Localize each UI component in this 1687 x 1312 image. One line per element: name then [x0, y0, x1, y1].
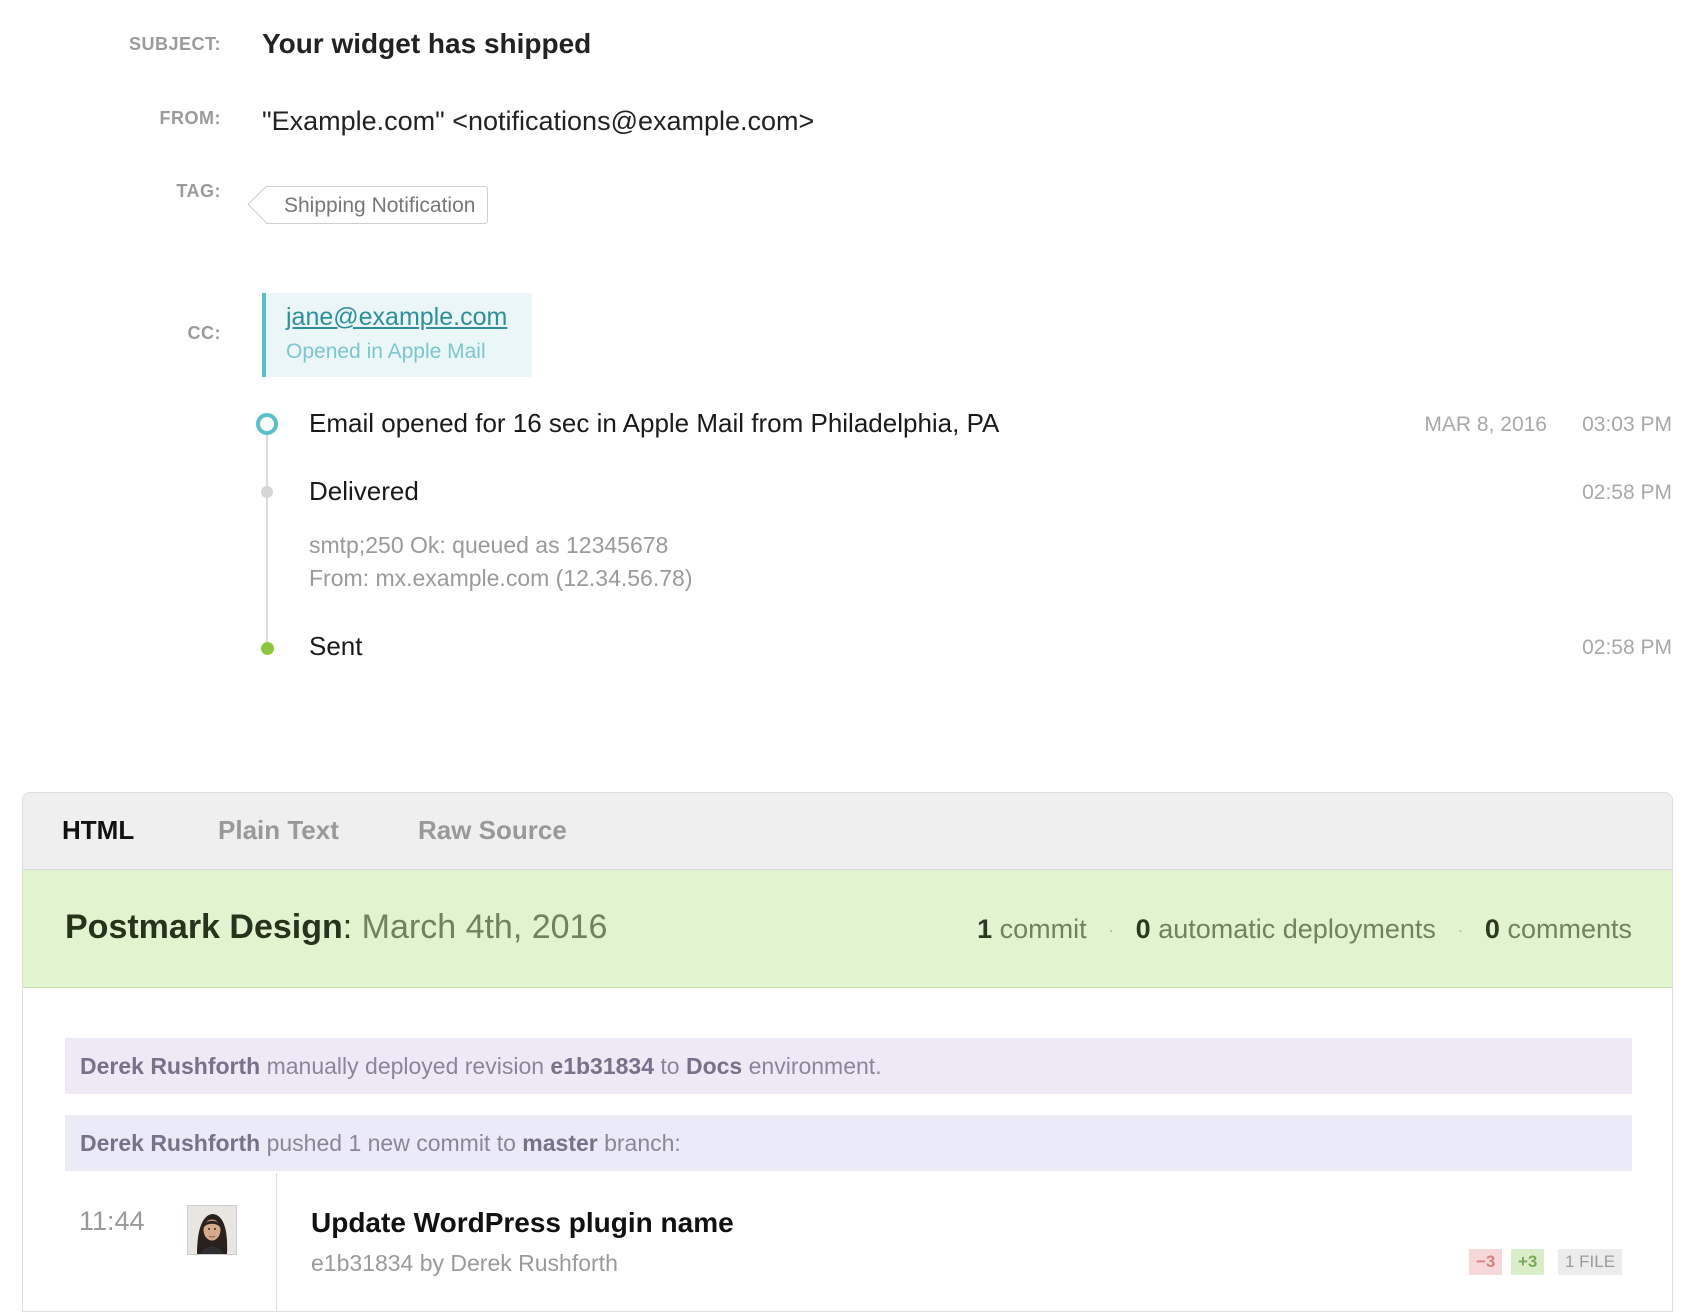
event-delivered-detail: From: mx.example.com (12.34.56.78): [309, 565, 693, 591]
notice-user: Derek Rushforth: [80, 1130, 261, 1156]
dot-marker-icon: [261, 486, 273, 498]
timeline-line: [266, 423, 268, 648]
separator-dot: ·: [1108, 920, 1115, 941]
dot-marker-icon: [261, 642, 274, 655]
event-opened-title: Email opened for 16 sec in Apple Mail fr…: [309, 408, 1000, 438]
commit-divider: [276, 1173, 277, 1311]
email-from: "Example.com" <notifications@example.com…: [262, 106, 815, 136]
from-label: FROM:: [159, 108, 221, 128]
tag-badge[interactable]: Shipping Notification: [266, 186, 489, 224]
deletions-badge: −3: [1469, 1249, 1503, 1275]
subject-label: SUBJECT:: [128, 34, 221, 54]
push-notice: Derek Rushforth pushed 1 new commit to m…: [65, 1115, 1632, 1171]
notice-text: pushed 1 new commit to: [266, 1130, 516, 1156]
notice-text: to: [660, 1053, 680, 1079]
cc-open-status: Opened in Apple Mail: [286, 340, 486, 363]
tag-label: TAG:: [176, 181, 221, 201]
digest-stats: 1 commit · 0 automatic deployments · 0 c…: [977, 914, 1632, 945]
digest-date: March 4th, 2016: [361, 908, 608, 946]
files-changed-badge: 1 FILE: [1558, 1249, 1623, 1275]
separator-dot: ·: [1457, 920, 1464, 941]
revision-id: e1b31834: [550, 1053, 655, 1079]
commit-message[interactable]: Update WordPress plugin name: [311, 1207, 734, 1239]
event-delivered-detail: smtp;250 Ok: queued as 12345678: [309, 532, 669, 558]
message-body-panel: HTML Plain Text Raw Source Postmark Desi…: [22, 792, 1673, 1312]
event-opened-time: 03:03 PM: [1582, 413, 1672, 436]
branch-name: master: [522, 1130, 598, 1156]
environment-name: Docs: [685, 1053, 743, 1079]
additions-badge: +3: [1511, 1249, 1545, 1275]
event-sent-time: 02:58 PM: [1582, 636, 1672, 659]
event-delivered-time: 02:58 PM: [1582, 481, 1672, 504]
event-sent-title: Sent: [309, 631, 363, 661]
event-opened-date: MAR 8, 2016: [1424, 413, 1547, 436]
tab-raw-source[interactable]: Raw Source: [418, 815, 567, 846]
tab-plain-text[interactable]: Plain Text: [218, 815, 339, 846]
commit-time: 11:44: [79, 1206, 145, 1236]
title-colon: :: [342, 908, 353, 946]
ring-marker-icon: [256, 413, 278, 435]
notice-user: Derek Rushforth: [80, 1053, 261, 1079]
project-name: Postmark Design: [65, 908, 343, 946]
commit-meta: e1b31834 by Derek Rushforth: [311, 1250, 618, 1276]
event-delivered-title: Delivered: [309, 476, 419, 506]
comment-count: 0: [1484, 914, 1500, 944]
notice-text: manually deployed revision: [266, 1053, 545, 1079]
banner-title: Postmark Design: March 4th, 2016: [65, 908, 607, 947]
notice-text: branch:: [604, 1130, 681, 1156]
commit-count: 1: [977, 914, 993, 944]
tab-html[interactable]: HTML: [62, 815, 134, 846]
deploy-label: automatic deployments: [1158, 914, 1436, 944]
comment-label: comments: [1507, 914, 1632, 944]
cc-email-link[interactable]: jane@example.com: [286, 303, 532, 332]
email-subject: Your widget has shipped: [262, 28, 592, 59]
avatar: [187, 1205, 237, 1255]
cc-recipient: jane@example.com Opened in Apple Mail: [262, 293, 532, 377]
commit-label: commit: [999, 914, 1087, 944]
notice-text: environment.: [748, 1053, 882, 1079]
digest-banner: Postmark Design: March 4th, 2016 1 commi…: [23, 870, 1672, 988]
deploy-count: 0: [1135, 914, 1151, 944]
body-view-tabs: HTML Plain Text Raw Source: [23, 793, 1672, 870]
deploy-notice: Derek Rushforth manually deployed revisi…: [65, 1038, 1632, 1094]
cc-label: CC:: [187, 323, 221, 343]
